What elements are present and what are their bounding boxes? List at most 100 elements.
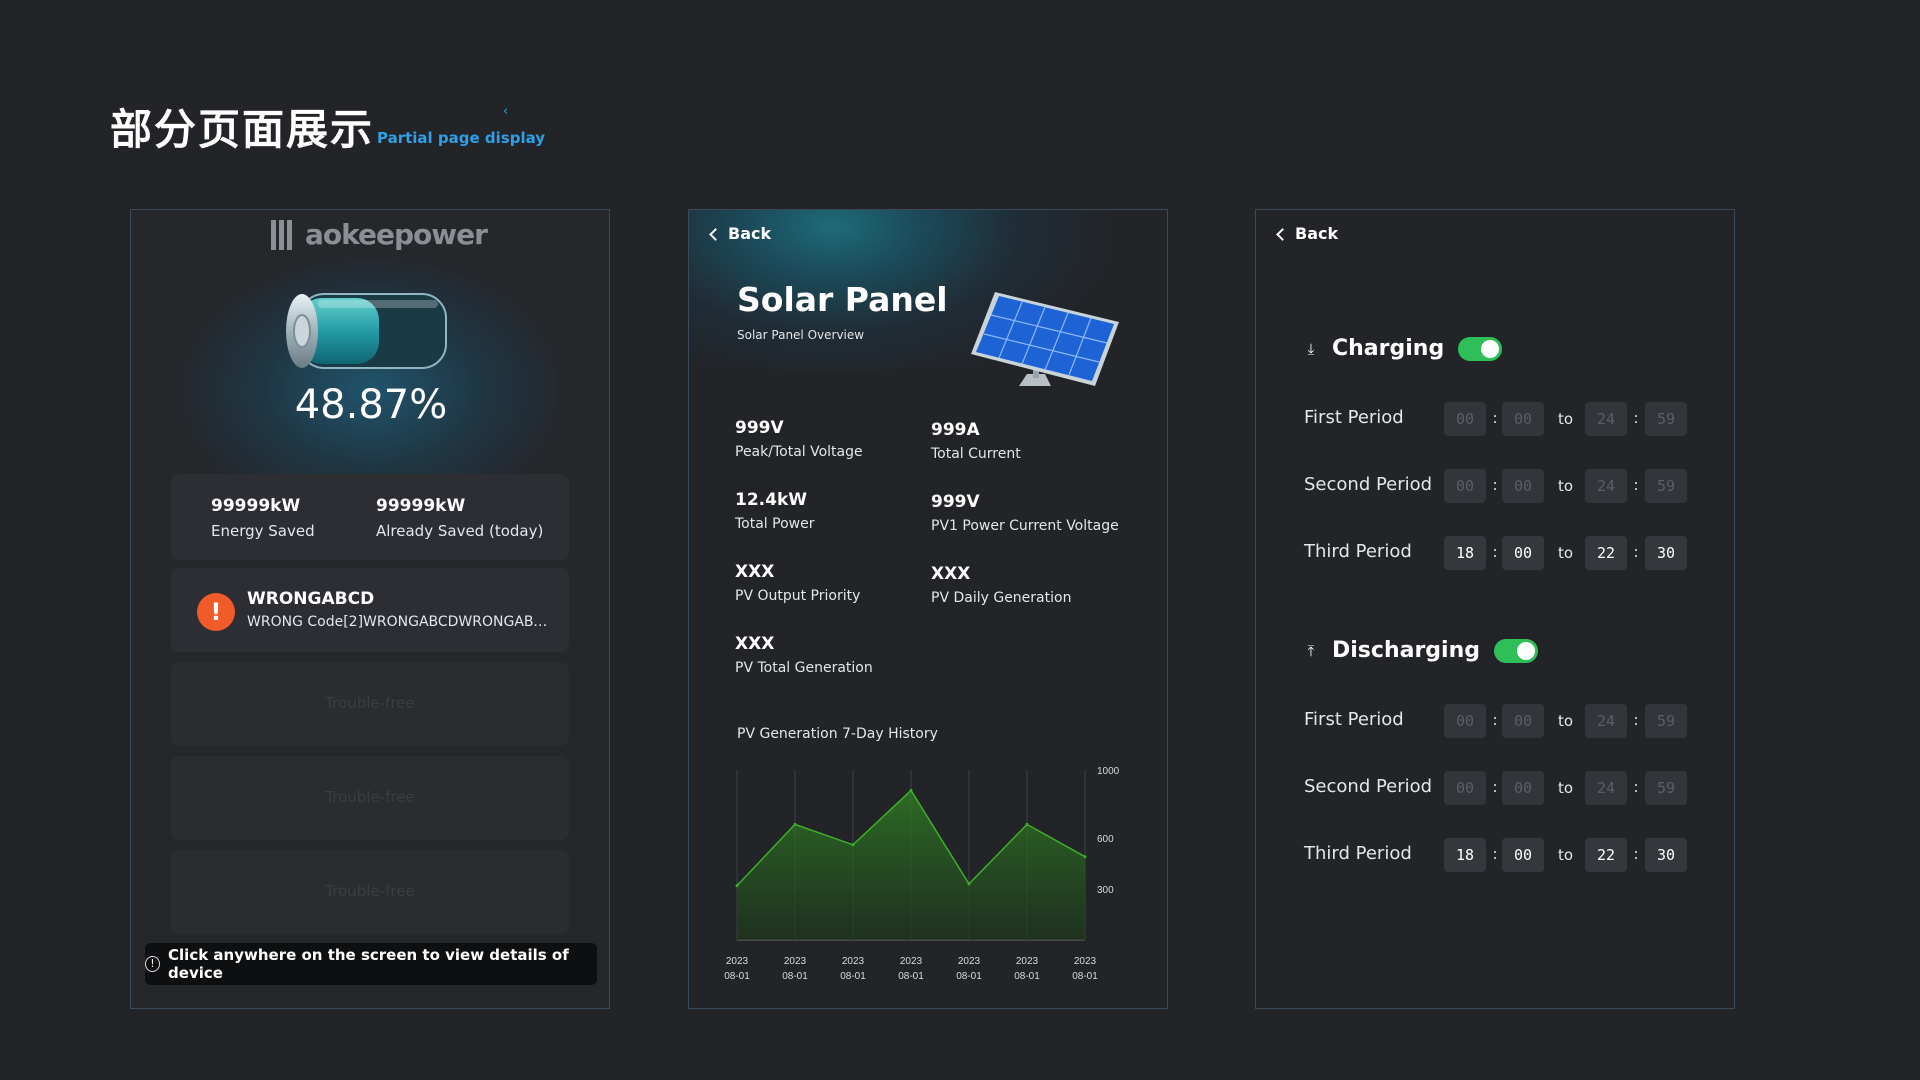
- saved-today-value: 99999kW: [376, 496, 466, 516]
- page-title: 部分页面展示: [110, 105, 375, 154]
- range-to-label: to: [1558, 779, 1574, 797]
- end-minute-input[interactable]: 59: [1645, 704, 1687, 738]
- schedule-screen: Back ⤓ Charging First Period 00 00 24 59:: to Se…: [1255, 209, 1735, 1009]
- back-label: Back: [728, 224, 772, 243]
- range-to-label: to: [1558, 712, 1574, 730]
- section-toggle[interactable]: [1494, 638, 1538, 663]
- chart-x-tick-label: 08-01: [782, 971, 808, 982]
- status-card-label: Trouble-free: [325, 882, 415, 900]
- solar-title: Solar Panel: [737, 280, 948, 319]
- status-card[interactable]: Trouble-free: [171, 662, 569, 746]
- metric-label: Total Current: [931, 446, 1021, 462]
- start-minute-input[interactable]: 00: [1502, 536, 1544, 570]
- chart-point: [909, 788, 913, 792]
- metric-value: XXX: [735, 562, 775, 582]
- back-button[interactable]: Back: [709, 224, 772, 243]
- metric-value: XXX: [735, 634, 775, 654]
- back-label: Back: [1295, 224, 1339, 243]
- discharge-icon: ⤒: [1307, 641, 1315, 660]
- period-label: Third Period: [1304, 843, 1412, 864]
- time-separator: :: [1633, 778, 1639, 796]
- chart-x-tick-label: 2023: [784, 956, 807, 967]
- chart-x-tick-label: 08-01: [724, 971, 750, 982]
- chevron-left-icon: [709, 227, 722, 241]
- start-hour-input[interactable]: 00: [1444, 771, 1486, 805]
- metric-label: PV1 Power Current Voltage: [931, 518, 1119, 534]
- decorative-arrow-icon: ‹: [503, 104, 509, 119]
- chart-y-tick-label: 1000: [1097, 766, 1120, 777]
- period-label: Second Period: [1304, 474, 1433, 495]
- brand-logo: aokeepower: [271, 218, 488, 251]
- start-hour-input[interactable]: 18: [1444, 536, 1486, 570]
- start-hour-input[interactable]: 00: [1444, 704, 1486, 738]
- chart-y-tick-label: 600: [1097, 834, 1114, 845]
- end-minute-input[interactable]: 59: [1645, 402, 1687, 436]
- start-hour-input[interactable]: 00: [1444, 402, 1486, 436]
- end-hour-input[interactable]: 22: [1585, 536, 1627, 570]
- solar-panel-icon: [971, 292, 1119, 386]
- logo-text: aokeepower: [305, 218, 488, 251]
- chart-title: PV Generation 7-Day History: [737, 726, 938, 742]
- end-hour-input[interactable]: 24: [1585, 402, 1627, 436]
- back-button[interactable]: Back: [1276, 224, 1339, 243]
- page-subtitle: Partial page display: [377, 129, 546, 147]
- start-hour-input[interactable]: 18: [1444, 838, 1486, 872]
- time-separator: :: [1633, 711, 1639, 729]
- end-minute-input[interactable]: 30: [1645, 838, 1687, 872]
- metric-value: 999V: [931, 492, 980, 512]
- start-hour-input[interactable]: 00: [1444, 469, 1486, 503]
- details-hint-toast[interactable]: ! Click anywhere on the screen to view d…: [145, 943, 597, 985]
- error-icon: !: [197, 593, 235, 631]
- chart-x-tick-label: 08-01: [1072, 971, 1098, 982]
- status-card-label: Trouble-free: [325, 788, 415, 806]
- metric-label: Total Power: [735, 516, 815, 532]
- energy-saved-value: 99999kW: [211, 496, 301, 516]
- time-separator: :: [1492, 778, 1498, 796]
- chart-point: [1083, 855, 1087, 859]
- metric-label: PV Total Generation: [735, 660, 873, 676]
- chart-point: [735, 884, 739, 888]
- end-hour-input[interactable]: 24: [1585, 771, 1627, 805]
- chart-x-tick-label: 2023: [1074, 956, 1097, 967]
- charge-icon: ⤓: [1307, 339, 1315, 358]
- section-title-charging: ⤓ Charging: [1302, 336, 1503, 361]
- section-toggle[interactable]: [1458, 336, 1503, 361]
- saved-today-label: Already Saved (today): [376, 522, 544, 540]
- time-separator: :: [1633, 845, 1639, 863]
- metric-label: PV Output Priority: [735, 588, 861, 604]
- chevron-left-icon: [1276, 227, 1289, 241]
- status-card[interactable]: Trouble-free: [171, 756, 569, 840]
- start-minute-input[interactable]: 00: [1502, 838, 1544, 872]
- solar-subtitle: Solar Panel Overview: [737, 328, 865, 342]
- time-separator: :: [1633, 476, 1639, 494]
- battery-screen[interactable]: aokeepower 48.87% 99999kW Energy Saved 9…: [130, 209, 610, 1009]
- section-title-discharging: ⤒ Discharging: [1302, 638, 1538, 663]
- period-label: Third Period: [1304, 541, 1412, 562]
- start-minute-input[interactable]: 00: [1502, 469, 1544, 503]
- metric-value: 999V: [735, 418, 784, 438]
- time-separator: :: [1492, 711, 1498, 729]
- hint-text: Click anywhere on the screen to view det…: [168, 946, 569, 982]
- time-separator: :: [1633, 543, 1639, 561]
- range-to-label: to: [1558, 846, 1574, 864]
- start-minute-input[interactable]: 00: [1502, 402, 1544, 436]
- end-hour-input[interactable]: 22: [1585, 838, 1627, 872]
- error-card[interactable]: ! WRONGABCD WRONG Code[2]WRONGABCDWRONGA…: [171, 568, 569, 652]
- time-separator: :: [1492, 543, 1498, 561]
- end-minute-input[interactable]: 30: [1645, 536, 1687, 570]
- end-hour-input[interactable]: 24: [1585, 469, 1627, 503]
- period-label: Second Period: [1304, 776, 1433, 797]
- section-title-label: Discharging: [1332, 638, 1480, 663]
- end-minute-input[interactable]: 59: [1645, 771, 1687, 805]
- battery-icon: [286, 293, 447, 369]
- range-to-label: to: [1558, 544, 1574, 562]
- start-minute-input[interactable]: 00: [1502, 771, 1544, 805]
- start-minute-input[interactable]: 00: [1502, 704, 1544, 738]
- metric-label: PV Daily Generation: [931, 590, 1072, 606]
- status-card[interactable]: Trouble-free: [171, 850, 569, 934]
- time-separator: :: [1492, 845, 1498, 863]
- end-hour-input[interactable]: 24: [1585, 704, 1627, 738]
- metric-value: 999A: [931, 420, 980, 440]
- end-minute-input[interactable]: 59: [1645, 469, 1687, 503]
- info-icon: !: [145, 956, 161, 972]
